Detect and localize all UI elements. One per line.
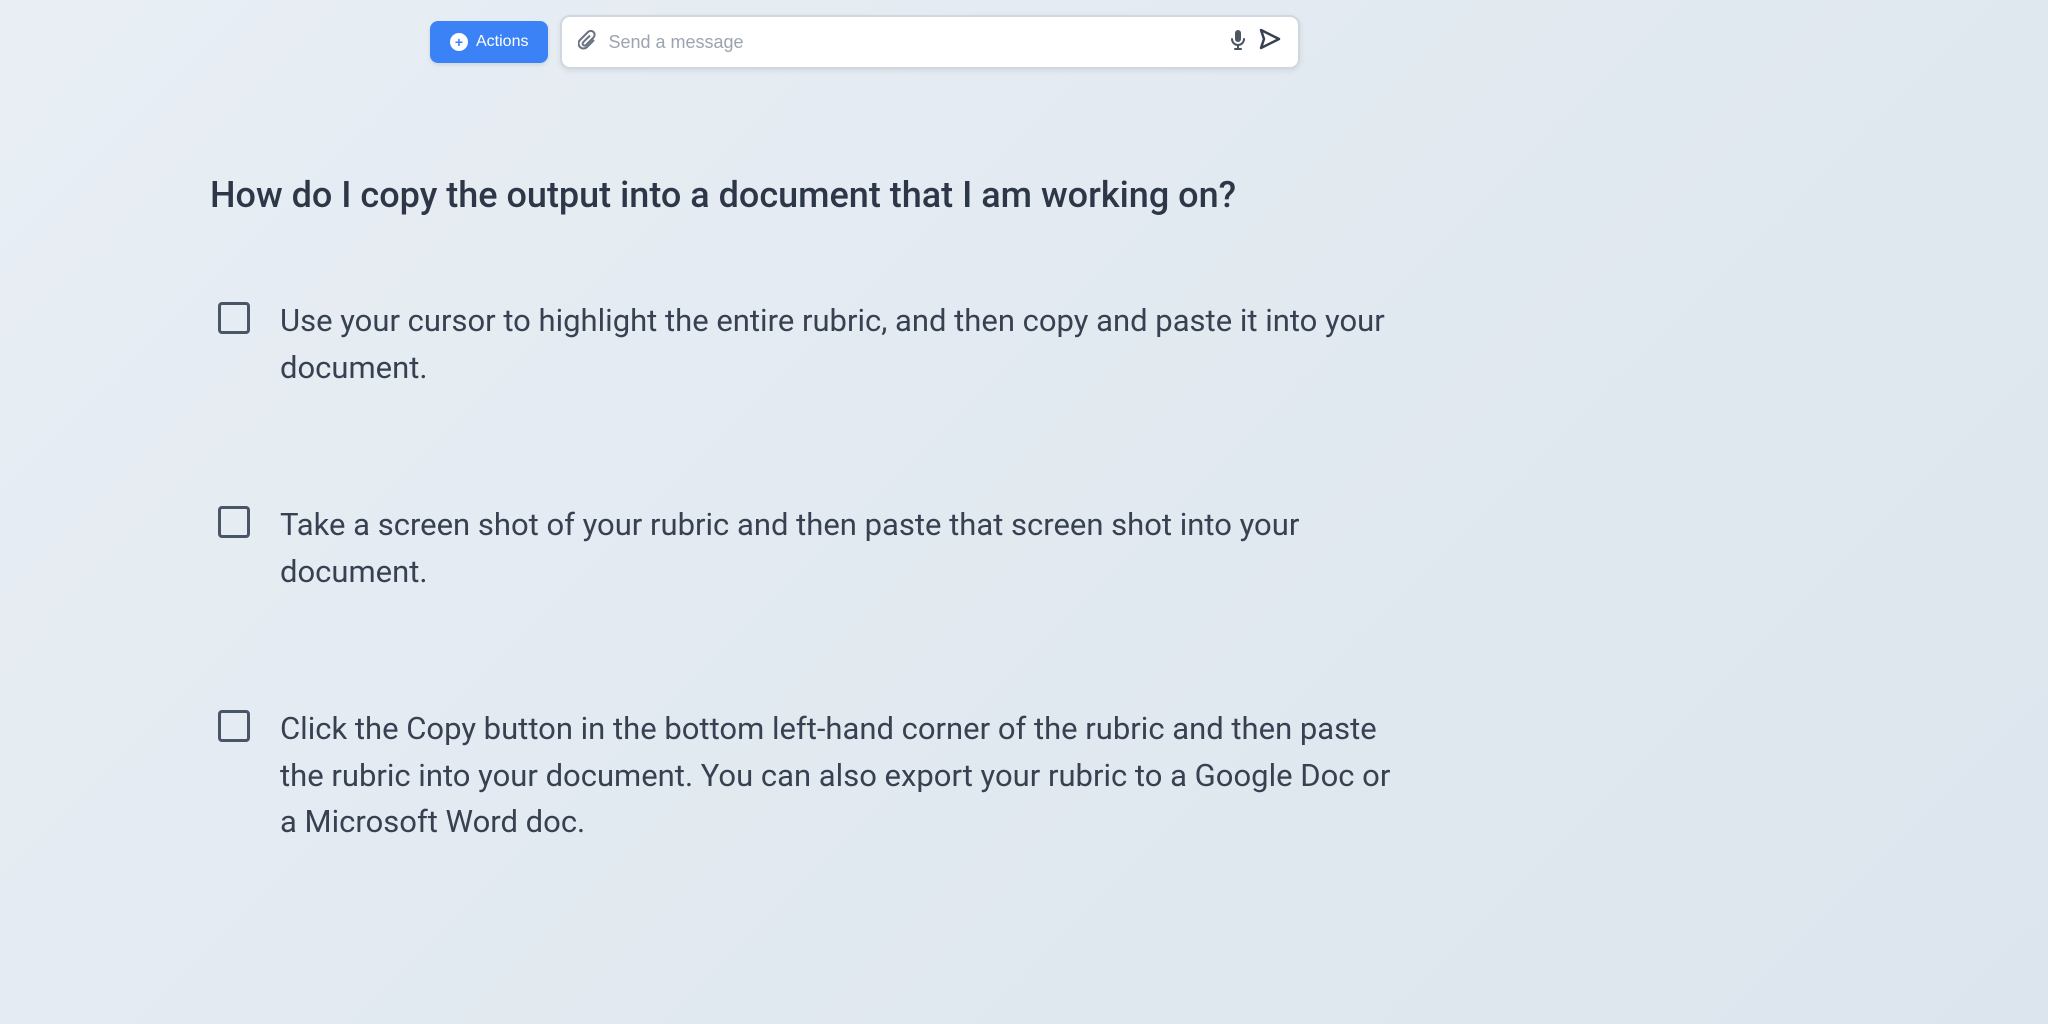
checkbox[interactable] xyxy=(218,506,250,538)
checkbox[interactable] xyxy=(218,302,250,334)
question-container: How do I copy the output into a document… xyxy=(210,170,1410,949)
option-row[interactable]: Take a screen shot of your rubric and th… xyxy=(210,494,1410,603)
chat-input-container: + Actions xyxy=(430,15,1300,69)
message-input-wrapper xyxy=(560,15,1300,69)
question-title: How do I copy the output into a document… xyxy=(210,170,1410,220)
option-row[interactable]: Use your cursor to highlight the entire … xyxy=(210,290,1410,399)
microphone-icon[interactable] xyxy=(1230,29,1246,56)
message-input[interactable] xyxy=(608,32,1218,53)
option-text: Take a screen shot of your rubric and th… xyxy=(280,502,1402,595)
plus-icon: + xyxy=(450,33,468,51)
attachment-icon[interactable] xyxy=(578,29,596,56)
actions-button[interactable]: + Actions xyxy=(430,21,548,63)
option-text: Use your cursor to highlight the entire … xyxy=(280,298,1402,391)
option-row[interactable]: Click the Copy button in the bottom left… xyxy=(210,698,1410,854)
option-text: Click the Copy button in the bottom left… xyxy=(280,706,1402,846)
checkbox[interactable] xyxy=(218,710,250,742)
actions-label: Actions xyxy=(476,33,528,51)
send-icon[interactable] xyxy=(1258,27,1282,57)
